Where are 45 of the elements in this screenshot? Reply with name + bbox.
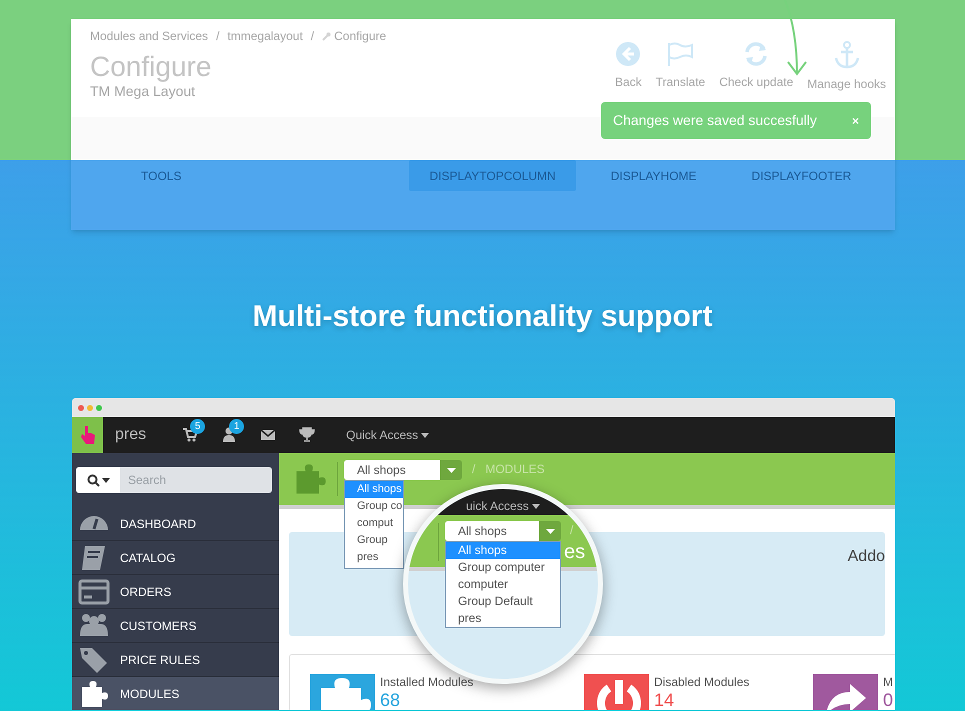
- search-button[interactable]: [76, 467, 120, 493]
- breadcrumb-separator: /: [216, 28, 220, 45]
- sidebar-item[interactable]: ORDERS: [72, 575, 279, 609]
- logo[interactable]: [72, 417, 103, 453]
- section-heading: Multi-store functionality support: [252, 299, 712, 335]
- breadcrumb-separator: /: [472, 461, 476, 478]
- caret-icon: [421, 432, 430, 438]
- quick-access-menu[interactable]: Quick Access: [346, 426, 430, 444]
- anchor-icon: [834, 41, 860, 69]
- trophy-icon: [298, 427, 315, 443]
- notification-badge: 5: [190, 419, 206, 434]
- breadcrumb-separator: /: [570, 522, 574, 539]
- toast-message: Changes were saved succesfully: [613, 111, 817, 130]
- sidebar-label: CATALOG: [120, 550, 176, 566]
- caret-icon: [102, 478, 110, 482]
- stat-label: M: [883, 674, 894, 690]
- stat-value: 68: [380, 690, 402, 710]
- sidebar-label: MODULES: [120, 686, 180, 702]
- shop-name[interactable]: pres: [115, 423, 146, 447]
- stat-label: Installed Modules: [380, 674, 474, 690]
- caret-icon: [446, 468, 456, 472]
- notification-badge: 1: [229, 419, 244, 434]
- sidebar-label: DASHBOARD: [120, 516, 196, 532]
- refresh-icon: [743, 41, 770, 67]
- page-subtitle: TM Mega Layout: [90, 83, 196, 99]
- sidebar-item[interactable]: CUSTOMERS: [72, 609, 279, 643]
- sidebar-item[interactable]: MODULES: [72, 677, 279, 710]
- breadcrumb-separator: /: [310, 28, 314, 45]
- sidebar-label: CUSTOMERS: [120, 618, 196, 634]
- envelope-icon: [260, 427, 276, 443]
- sidebar-item[interactable]: CATALOG: [72, 541, 279, 575]
- page-title: Configure: [90, 51, 212, 83]
- flag-icon: [666, 41, 694, 67]
- panel-heading: Addo: [848, 547, 885, 567]
- stat-value: 0: [883, 690, 894, 710]
- page-title: es: [564, 540, 586, 565]
- sidebar-label: PRICE RULES: [120, 652, 200, 668]
- sidebar-item[interactable]: DASHBOARD: [72, 507, 279, 541]
- stat-value: 14: [654, 690, 676, 710]
- hand-pointer-icon: [78, 424, 96, 446]
- sidebar-label: ORDERS: [120, 584, 172, 600]
- search-icon: [86, 474, 100, 486]
- user-icon: [220, 427, 237, 443]
- stat-label: Disabled Modules: [654, 674, 750, 690]
- wrench-icon: [322, 32, 332, 40]
